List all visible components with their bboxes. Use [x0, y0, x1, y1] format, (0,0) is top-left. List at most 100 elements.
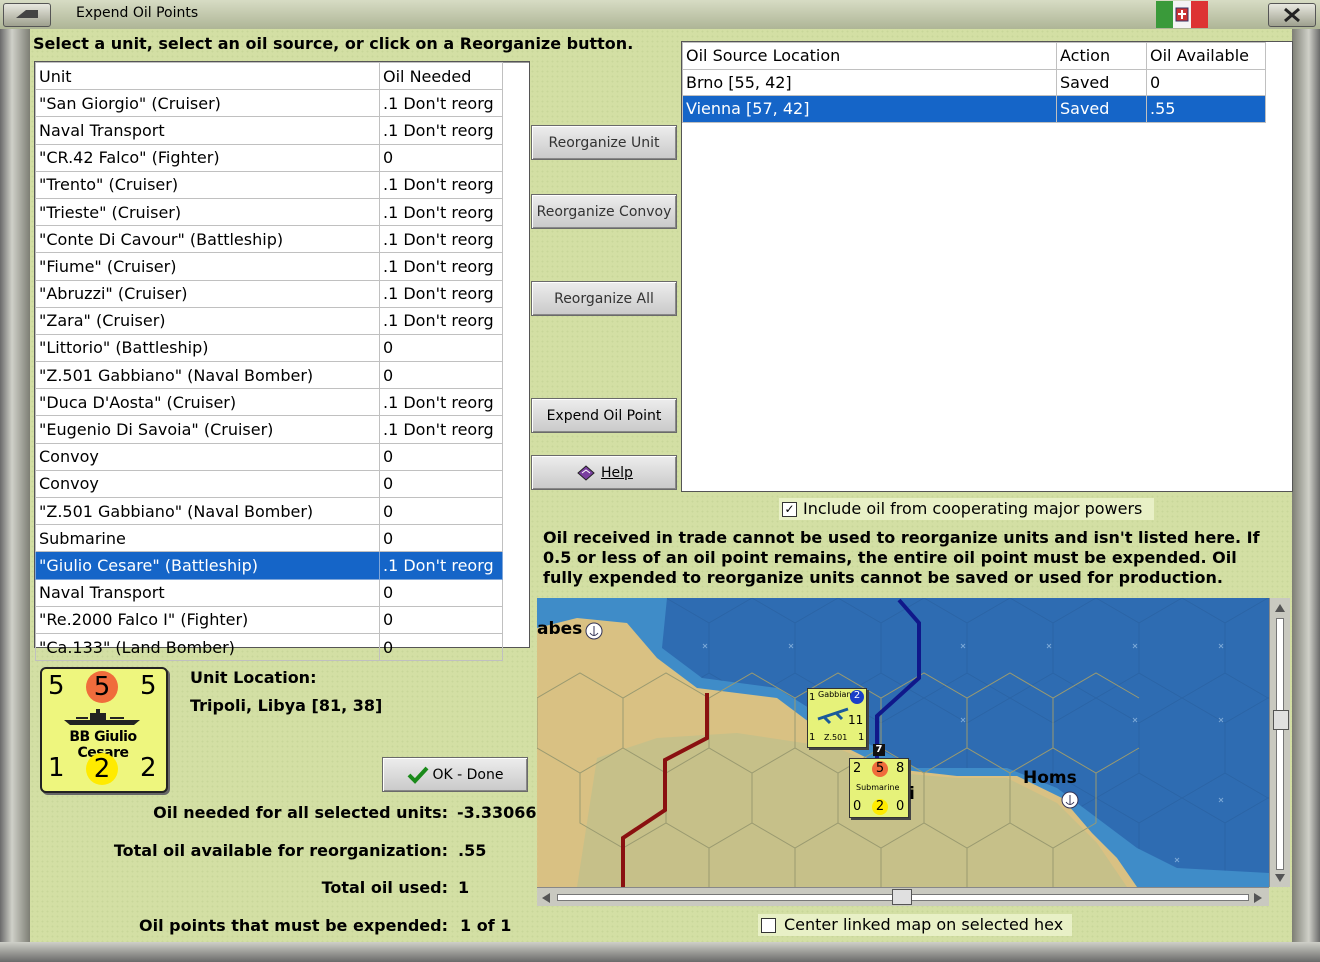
scroll-track[interactable] [1276, 618, 1284, 870]
window-frame-bottom [0, 942, 1320, 962]
ok-done-button[interactable]: OK - Done [382, 757, 528, 792]
unit-table-row[interactable]: "Duca D'Aosta" (Cruiser) .1 Don't reorg [35, 388, 503, 417]
must-expend-value: 1 of 1 [460, 916, 512, 935]
map-terrain [537, 598, 1269, 887]
map-horizontal-scrollbar[interactable] [537, 887, 1269, 906]
help-button[interactable]: Help [531, 455, 677, 490]
total-available-label: Total oil available for reorganization: [113, 841, 448, 860]
include-oil-checkbox-row[interactable]: ✓ Include oil from cooperating major pow… [779, 498, 1154, 520]
unit-name-cell: "Fiume" (Cruiser) [35, 252, 380, 281]
stack-count-badge: 7 [873, 744, 885, 756]
close-button[interactable] [1268, 3, 1316, 27]
scroll-thumb[interactable] [892, 889, 912, 905]
unit-table-row[interactable]: "Ca.133" (Land Bomber) 0 [35, 632, 503, 662]
oil-needed-cell: .1 Don't reorg [379, 551, 503, 580]
total-used-value: 1 [458, 878, 470, 897]
reorganize-convoy-button[interactable]: Reorganize Convoy [531, 194, 677, 229]
unit-table-row[interactable]: "Trieste" (Cruiser) .1 Don't reorg [35, 197, 503, 227]
unit-name-cell: "Littorio" (Battleship) [35, 333, 380, 363]
oil-needed-cell: .1 Don't reorg [379, 197, 503, 227]
counter-attack: 5 [48, 671, 65, 701]
unit-table-row[interactable]: "Abruzzi" (Cruiser) .1 Don't reorg [35, 279, 503, 308]
unit-location-value: Tripoli, Libya [81, 38] [190, 696, 383, 715]
oil-source-cell: Brno [55, 42] [682, 68, 1057, 96]
unit-table-row[interactable]: "Zara" (Cruiser) .1 Don't reorg [35, 306, 503, 335]
oil-table-row[interactable]: Brno [55, 42] Saved 0 [682, 68, 1266, 96]
title-bar: Expend Oil Points [0, 0, 1320, 30]
oil-source-cell: Vienna [57, 42] [682, 95, 1057, 123]
system-menu-button[interactable] [3, 3, 51, 27]
unit-table-row[interactable]: Convoy 0 [35, 469, 503, 499]
scroll-thumb[interactable] [1273, 710, 1289, 730]
oil-needed-cell: .1 Don't reorg [379, 225, 503, 254]
oil-needed-cell: .1 Don't reorg [379, 388, 503, 417]
italy-flag-icon [1156, 1, 1208, 28]
air-counter-val2: 2 [850, 690, 864, 704]
unit-table-row[interactable]: "Giulio Cesare" (Battleship) .1 Don't reo… [35, 551, 503, 580]
unit-table-row[interactable]: "Trento" (Cruiser) .1 Don't reorg [35, 170, 503, 199]
unit-table-row[interactable]: Convoy 0 [35, 442, 503, 471]
oil-needed-cell: .1 Don't reorg [379, 415, 503, 444]
scroll-left-icon[interactable] [539, 890, 553, 904]
air-counter-val1: 1 [809, 692, 816, 703]
unit-table[interactable]: Unit Oil Needed "San Giorgio" (Cruiser).… [34, 61, 530, 662]
column-header-oil-source[interactable]: Oil Source Location [682, 42, 1057, 70]
column-header-action[interactable]: Action [1056, 42, 1147, 70]
unit-table-row[interactable]: "San Giorgio" (Cruiser) .1 Don't reorg [35, 89, 503, 118]
sub-counter-c: 8 [896, 761, 905, 776]
scroll-down-icon[interactable] [1273, 870, 1287, 884]
map-air-unit-counter[interactable]: 1 Gabbiano 2 11 1 Z.501 1 [807, 688, 867, 748]
unit-table-row[interactable]: Submarine 0 [35, 524, 503, 553]
center-map-checkbox-row[interactable]: Center linked map on selected hex [758, 914, 1072, 936]
oil-needed-cell: .1 Don't reorg [379, 306, 503, 335]
instruction-text: Select a unit, select an oil source, or … [33, 34, 634, 53]
column-header-oil-available[interactable]: Oil Available [1146, 42, 1266, 70]
unit-table-row[interactable]: "CR.42 Falco" (Fighter) 0 [35, 143, 503, 172]
unit-table-row[interactable]: "Conte Di Cavour" (Battleship) .1 Don't r… [35, 225, 503, 254]
battleship-icon [64, 709, 140, 725]
column-header-unit[interactable]: Unit [35, 61, 380, 91]
oil-note-text: Oil received in trade cannot be used to … [543, 528, 1260, 587]
map-vertical-scrollbar[interactable] [1269, 598, 1290, 887]
center-map-checkbox[interactable] [761, 918, 776, 933]
action-cell: Saved [1056, 95, 1147, 123]
unit-table-row[interactable]: "Z.501 Gabbiano" (Naval Bomber) 0 [35, 361, 503, 390]
map-submarine-counter[interactable]: 2 5 8 Submarine 0 2 0 [849, 758, 909, 818]
unit-name-cell: "Duca D'Aosta" (Cruiser) [35, 388, 380, 417]
sub-counter-d: 0 [853, 799, 862, 814]
scroll-right-icon[interactable] [1251, 890, 1265, 904]
unit-table-row[interactable]: "Eugenio Di Savoia" (Cruiser) .1 Don't re… [35, 415, 503, 444]
sub-counter-name: Submarine [856, 783, 900, 792]
unit-name-cell: "Abruzzi" (Cruiser) [35, 279, 380, 308]
close-icon [1284, 7, 1300, 23]
counter-movement: 1 [48, 753, 65, 783]
map-label-homs: Homs [1023, 768, 1077, 788]
oil-table-row[interactable]: Vienna [57, 42] Saved .55 [682, 95, 1266, 123]
help-book-icon [577, 464, 595, 481]
unit-table-row[interactable]: "Z.501 Gabbiano" (Naval Bomber) 0 [35, 496, 503, 526]
unit-table-header: Unit Oil Needed [35, 61, 503, 91]
port-anchor-icon [585, 622, 603, 640]
reorganize-all-button[interactable]: Reorganize All [531, 281, 677, 316]
scroll-up-icon[interactable] [1273, 600, 1287, 614]
unit-table-row[interactable]: "Re.2000 Falco I" (Fighter) 0 [35, 605, 503, 634]
counter-cost: 2 [140, 753, 157, 783]
linked-map[interactable]: abes Homs 1 Gabbiano 2 11 1 Z.501 1 7 2 … [537, 598, 1269, 887]
unit-table-row[interactable]: Naval Transport .1 Don't reorg [35, 116, 503, 145]
unit-name-cell: Naval Transport [35, 116, 380, 145]
include-oil-checkbox[interactable]: ✓ [782, 502, 797, 517]
expend-oil-point-button[interactable]: Expend Oil Point [531, 398, 677, 433]
reorganize-unit-button[interactable]: Reorganize Unit [531, 125, 677, 160]
oil-needed-cell: 0 [379, 442, 503, 471]
oil-source-table[interactable]: Oil Source Location Action Oil Available… [681, 41, 1293, 492]
unit-table-row[interactable]: Naval Transport 0 [35, 578, 503, 607]
map-label-west: abes [537, 619, 583, 639]
unit-name-cell: "San Giorgio" (Cruiser) [35, 89, 380, 118]
unit-table-row[interactable]: "Fiume" (Cruiser) .1 Don't reorg [35, 252, 503, 281]
minimize-icon [16, 10, 38, 18]
air-counter-val3: 11 [848, 713, 864, 727]
oil-needed-cell: .1 Don't reorg [379, 89, 503, 118]
column-header-oil-needed[interactable]: Oil Needed [379, 61, 503, 91]
unit-table-row[interactable]: "Littorio" (Battleship) 0 [35, 333, 503, 363]
unit-name-cell: "Ca.133" (Land Bomber) [35, 632, 380, 662]
